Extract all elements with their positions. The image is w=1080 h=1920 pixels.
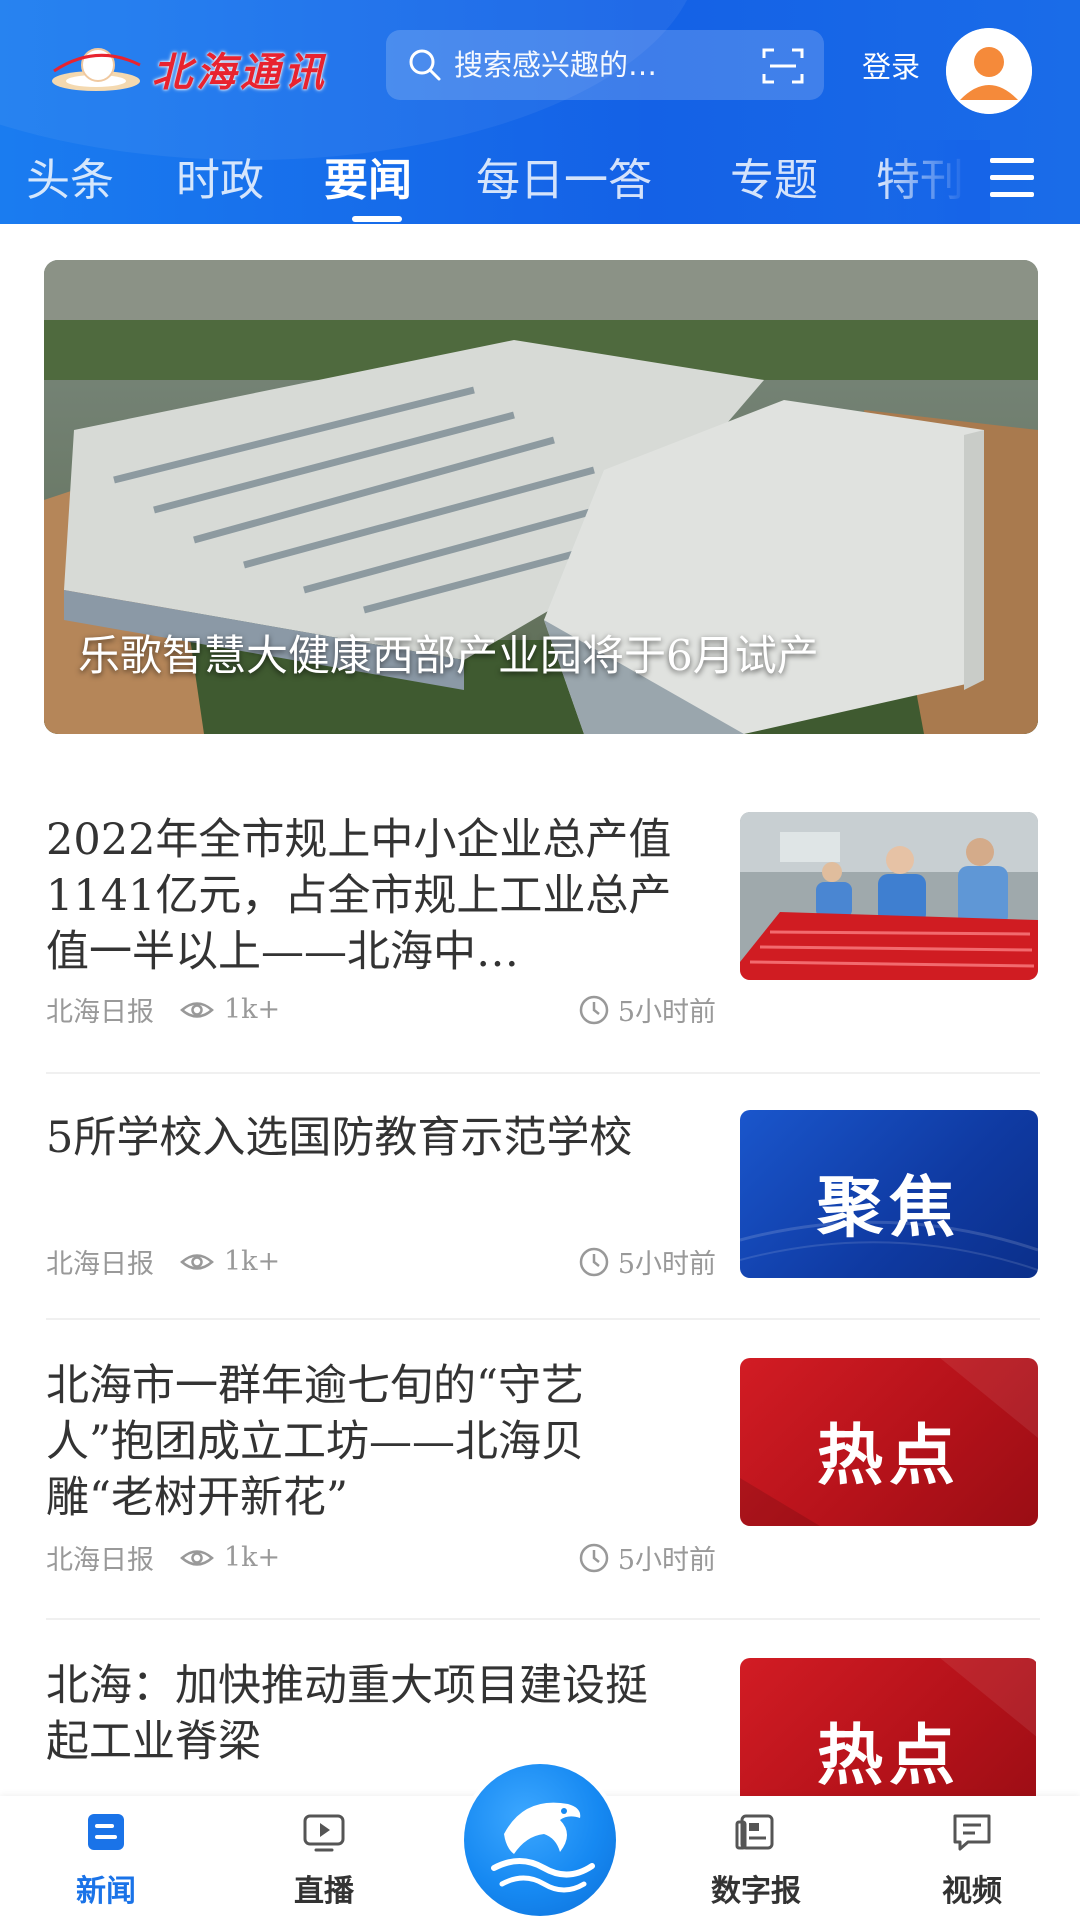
news-thumbnail [740, 812, 1038, 980]
news-item[interactable]: 2022年全市规上中小企业总产值1141亿元，占全市规上工业总产值一半以上——北… [46, 812, 1038, 1042]
top-header: 北海通讯 登录 头条 时政 要闻 每日一答 专题 特刊 [0, 0, 1080, 224]
logo-text: 北海通讯 [152, 49, 328, 96]
news-thumbnail: 热点 [740, 1658, 1036, 1796]
news-title: 北海市一群年逾七旬的“守艺人”抱团成立工坊——北海贝雕“老树开新花” [46, 1361, 584, 1523]
focus-thumb-text: 聚焦 [817, 1169, 961, 1246]
dolphin-icon [491, 1802, 595, 1893]
hot-thumb-text: 热点 [817, 1717, 961, 1794]
news-source: 北海日报 [46, 997, 154, 1028]
pearl-logo-icon [52, 48, 141, 91]
tab-toutiao[interactable]: 头条 [26, 144, 114, 208]
digital-paper-icon [735, 1814, 774, 1850]
news-item[interactable]: 北海市一群年逾七旬的“守艺人”抱团成立工坊——北海贝雕“老树开新花” 北海日报 … [46, 1358, 1038, 1588]
news-source: 北海日报 [46, 1545, 154, 1576]
news-thumbnail: 聚焦 [740, 1110, 1038, 1278]
search-icon [409, 49, 441, 81]
publish-time: 5小时前 [578, 1242, 716, 1281]
news-title: 北海：加快推动重大项目建设挺起工业脊梁 [46, 1661, 648, 1767]
tab-fade-overlay [880, 140, 990, 224]
search-input[interactable] [454, 48, 744, 82]
tab-yaowen[interactable]: 要闻 [324, 144, 412, 208]
news-title: 2022年全市规上中小企业总产值1141亿元，占全市规上工业总产值一半以上——北… [46, 815, 672, 977]
news-meta: 北海日报 1k+ 5小时前 [46, 1538, 716, 1577]
nav-live[interactable]: 直播 [244, 1810, 404, 1910]
eye-icon [180, 1001, 214, 1018]
category-tabs: 头条 时政 要闻 每日一答 专题 特刊 [0, 140, 1080, 224]
app-logo[interactable]: 北海通讯 [48, 34, 348, 104]
news-thumbnail: 热点 [740, 1358, 1038, 1526]
video-chat-icon [953, 1814, 991, 1851]
menu-icon[interactable] [990, 158, 1042, 206]
login-link[interactable]: 登录 [862, 44, 920, 86]
view-count: 1k+ [180, 994, 280, 1025]
news-title: 5所学校入选国防教育示范学校 [46, 1113, 633, 1163]
tab-shizheng[interactable]: 时政 [176, 144, 264, 208]
live-tv-icon [303, 1814, 345, 1852]
view-count: 1k+ [180, 1246, 280, 1277]
divider [46, 1318, 1040, 1320]
publish-time: 5小时前 [578, 1538, 716, 1577]
news-icon [88, 1814, 124, 1850]
news-source: 北海日报 [46, 1249, 154, 1280]
view-count: 1k+ [180, 1542, 280, 1573]
scan-icon[interactable] [762, 46, 804, 86]
eye-icon [180, 1549, 214, 1566]
nav-news[interactable]: 新闻 [26, 1810, 186, 1910]
clock-icon [579, 1247, 609, 1276]
divider [46, 1072, 1040, 1074]
divider [46, 1618, 1040, 1620]
nav-video[interactable]: 视频 [892, 1810, 1052, 1910]
avatar[interactable] [946, 28, 1032, 114]
center-button-face [464, 1764, 616, 1916]
factory-workers-image [740, 812, 1038, 980]
clock-icon [579, 1543, 609, 1572]
news-item[interactable]: 5所学校入选国防教育示范学校 北海日报 1k+ 5小时前 聚焦 [46, 1110, 1038, 1281]
hot-thumb-text: 热点 [817, 1417, 961, 1494]
tab-zhuanti[interactable]: 专题 [730, 144, 818, 208]
nav-digital-paper[interactable]: 数字报 [676, 1810, 836, 1910]
hero-banner[interactable]: 乐歌智慧大健康西部产业园将于6月试产 [44, 260, 1038, 734]
publish-time: 5小时前 [578, 990, 716, 1029]
news-meta: 北海日报 1k+ 5小时前 [46, 1242, 716, 1281]
news-meta: 北海日报 1k+ 5小时前 [46, 990, 716, 1029]
hero-caption: 乐歌智慧大健康西部产业园将于6月试产 [78, 631, 819, 680]
search-bar[interactable] [386, 30, 824, 100]
user-avatar-icon [946, 28, 1032, 114]
eye-icon [180, 1253, 214, 1270]
active-tab-indicator [352, 216, 402, 222]
tab-meiriyida[interactable]: 每日一答 [476, 144, 652, 208]
clock-icon [579, 995, 609, 1024]
center-home-button[interactable] [460, 1760, 620, 1920]
